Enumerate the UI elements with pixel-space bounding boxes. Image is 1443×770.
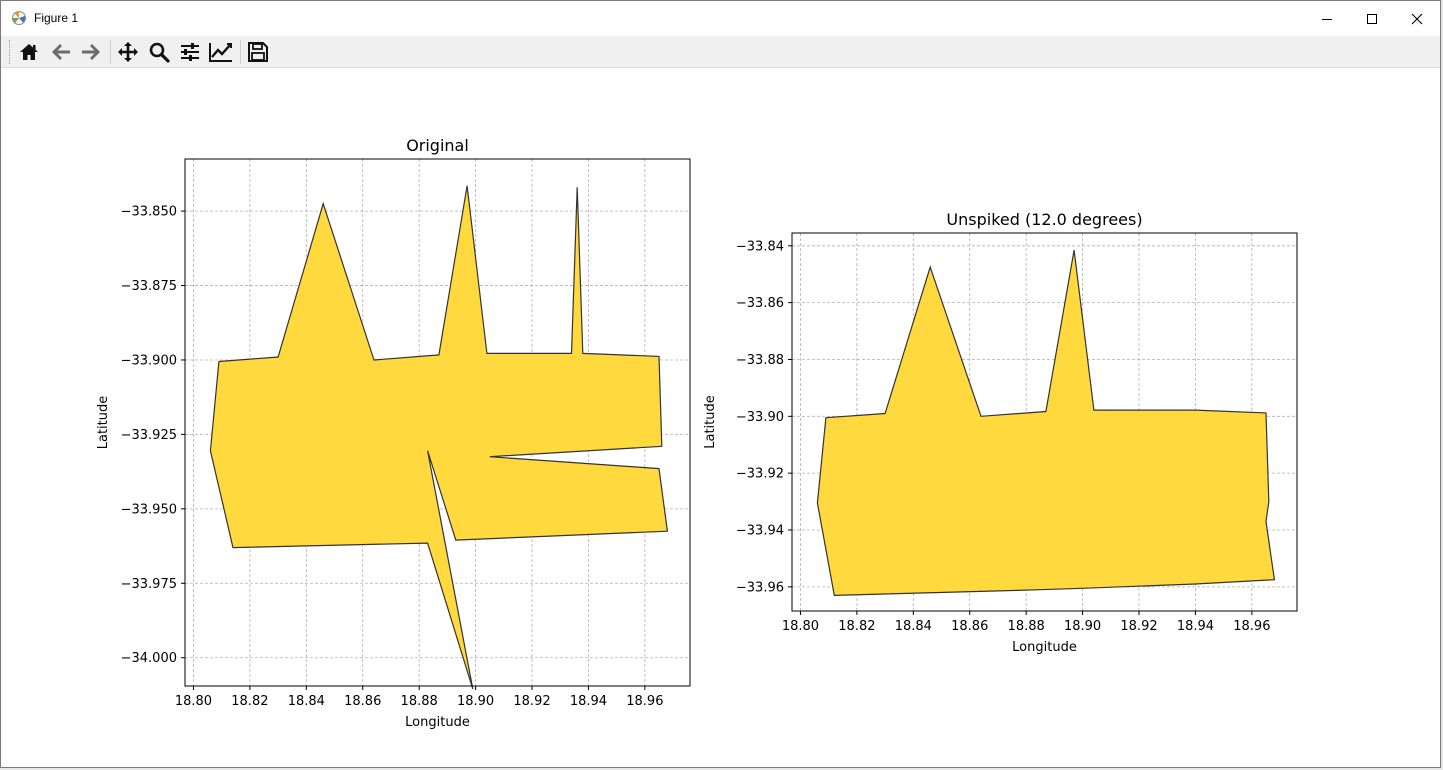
y-tick-label: −34.000 [121, 651, 177, 666]
window-title: Figure 1 [34, 11, 79, 25]
x-tick-label: 18.84 [895, 619, 932, 634]
x-tick-label: 18.94 [570, 694, 607, 709]
x-tick-label: 18.88 [401, 694, 438, 709]
x-tick-label: 18.96 [1233, 619, 1270, 634]
maximize-button[interactable] [1349, 1, 1395, 36]
forward-arrow-icon [82, 44, 100, 60]
y-tick-label: −33.850 [121, 205, 177, 220]
toolbar-grip[interactable] [9, 40, 12, 64]
close-button[interactable] [1394, 1, 1440, 36]
forward-button[interactable] [78, 39, 104, 65]
x-tick-label: 18.80 [175, 694, 212, 709]
toolbar-separator [240, 40, 241, 64]
x-tick-label: 18.84 [288, 694, 325, 709]
zoom-icon [149, 42, 170, 63]
figure-window: Figure 1 18.80 18.82 18.84 18.86 18.88 1… [0, 0, 1441, 768]
minimize-icon [1322, 18, 1332, 20]
x-tick-label: 18.90 [457, 694, 494, 709]
unspiked-polygon [816, 249, 1276, 597]
matplotlib-app-icon [12, 11, 26, 25]
pan-button[interactable] [115, 39, 141, 65]
x-tick-label: 18.82 [231, 694, 268, 709]
y-tick-label: −33.84 [736, 239, 784, 254]
y-axis-label: Latitude [703, 395, 718, 449]
move-icon [118, 42, 138, 62]
x-tick-label: 18.90 [1064, 619, 1101, 634]
home-icon [20, 44, 38, 60]
line-chart-icon [209, 43, 232, 62]
x-tick-label: 18.82 [838, 619, 875, 634]
zoom-button[interactable] [146, 39, 172, 65]
figure-canvas[interactable]: 18.80 18.82 18.84 18.86 18.88 18.90 18.92 18.94… [1, 68, 1442, 768]
x-tick-label: 18.92 [513, 694, 550, 709]
original-polygon [209, 185, 669, 690]
back-arrow-icon [52, 44, 70, 60]
x-tick-label: 18.96 [626, 694, 663, 709]
y-tick-label: −33.950 [121, 502, 177, 517]
subplot-original: 18.80 18.82 18.84 18.86 18.88 18.90 18.92 18.94… [96, 136, 691, 730]
y-tick-label: −33.96 [736, 580, 784, 595]
y-tick-label: −33.900 [121, 353, 177, 368]
x-axis-label: Longitude [1012, 640, 1077, 655]
y-tick-label: −33.875 [121, 279, 177, 294]
x-tick-label: 18.94 [1177, 619, 1214, 634]
y-axis-label: Latitude [96, 396, 111, 450]
edit-axis-button[interactable] [208, 39, 234, 65]
y-tick-label: −33.90 [736, 410, 784, 425]
maximize-icon [1367, 13, 1377, 24]
y-tick-label: −33.86 [736, 296, 784, 311]
x-tick-label: 18.86 [951, 619, 988, 634]
sliders-icon [181, 43, 199, 61]
x-tick-label: 18.88 [1008, 619, 1045, 634]
x-tick-label: 18.86 [344, 694, 381, 709]
y-tick-label: −33.94 [736, 524, 784, 539]
chart-title: Unspiked (12.0 degrees) [946, 210, 1142, 229]
back-button[interactable] [48, 39, 74, 65]
chart-title: Original [406, 136, 469, 155]
title-bar[interactable]: Figure 1 [1, 1, 1440, 36]
y-tick-label: −33.975 [121, 577, 177, 592]
y-tick-label: −33.88 [736, 353, 784, 368]
toolbar-separator [110, 40, 111, 64]
y-tick-label: −33.92 [736, 467, 784, 482]
x-axis-label: Longitude [405, 715, 470, 730]
y-tick-label: −33.925 [121, 428, 177, 443]
close-icon [1411, 13, 1423, 24]
configure-subplots-button[interactable] [177, 39, 203, 65]
save-icon [248, 42, 268, 62]
navigation-toolbar [1, 36, 1440, 68]
subplot-unspiked: 18.80 18.82 18.84 18.86 18.88 18.90 18.92 18.94… [703, 210, 1298, 655]
minimize-button[interactable] [1304, 1, 1350, 36]
home-button[interactable] [16, 39, 42, 65]
save-button[interactable] [245, 39, 271, 65]
x-tick-label: 18.92 [1120, 619, 1157, 634]
x-tick-label: 18.80 [782, 619, 819, 634]
